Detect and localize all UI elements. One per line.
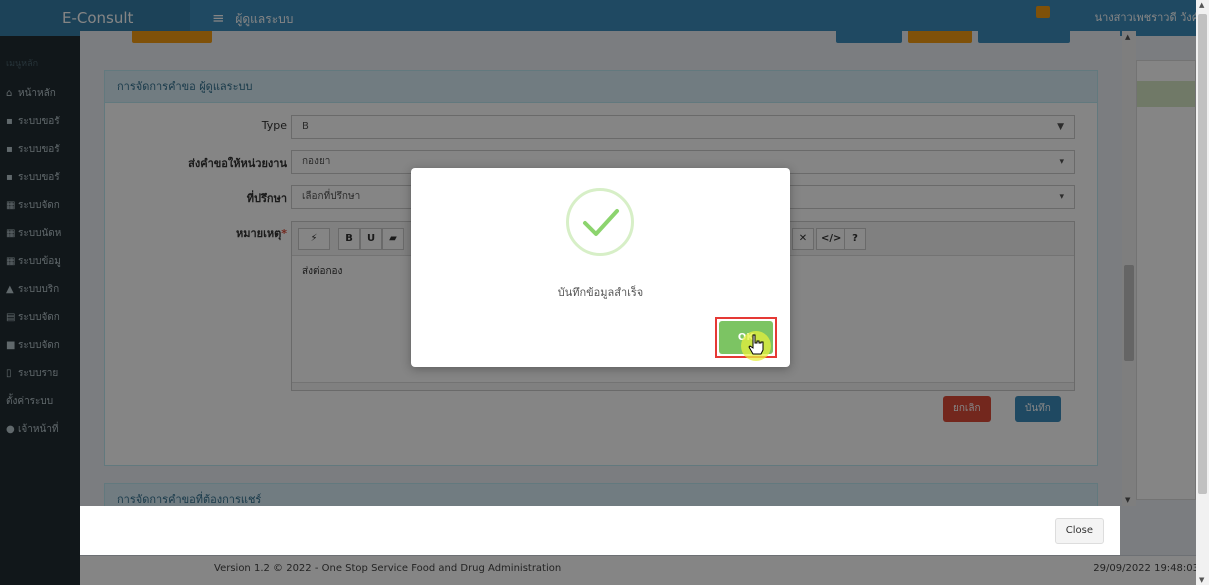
sidebar-item-manage-2[interactable]: ▤ ระบบจัดก bbox=[0, 304, 80, 332]
required-mark: * bbox=[281, 227, 287, 240]
sidebar-section-label: เมนูหลัก bbox=[6, 59, 39, 69]
page-footer: Version 1.2 © 2022 - One Stop Service Fo… bbox=[80, 555, 1209, 585]
magic-wand-icon[interactable]: ⚡ bbox=[298, 228, 330, 250]
page-scrollbar[interactable]: ▲ ▼ bbox=[1196, 0, 1209, 585]
type-select[interactable]: B ▼ bbox=[291, 115, 1075, 139]
advisor-placeholder: เลือกที่ปรึกษา bbox=[302, 191, 361, 202]
book-icon: ▪ bbox=[6, 116, 13, 127]
editor-resize-handle[interactable] bbox=[292, 382, 1074, 390]
page-scroll-thumb[interactable] bbox=[1198, 14, 1207, 494]
book-icon: ▪ bbox=[6, 172, 13, 183]
type-value: B bbox=[302, 121, 309, 132]
video-icon: ■ bbox=[6, 340, 16, 351]
scroll-down-icon[interactable]: ▼ bbox=[1199, 576, 1204, 584]
toolbar-button-orange-2[interactable] bbox=[908, 31, 972, 43]
sidebar-item-manage-3[interactable]: ■ ระบบจัดก bbox=[0, 332, 80, 360]
sidebar-item-appointment[interactable]: ▦ ระบบนัดห bbox=[0, 220, 80, 248]
help-icon[interactable]: ? bbox=[844, 228, 866, 250]
sidebar-settings-label: ตั้งค่าระบบ bbox=[6, 396, 54, 407]
scroll-down-icon[interactable]: ▼ bbox=[1125, 496, 1130, 504]
footer-version: Version 1.2 © 2022 - One Stop Service Fo… bbox=[214, 563, 562, 574]
sidebar-item-staff[interactable]: ● เจ้าหน้าที่ bbox=[0, 416, 80, 444]
underline-button[interactable]: U bbox=[360, 228, 382, 250]
user-icon: ● bbox=[6, 424, 15, 435]
save-button[interactable]: บันทึก bbox=[1015, 396, 1061, 422]
chevron-down-icon: ▼ bbox=[1057, 122, 1064, 132]
file-icon: ▯ bbox=[6, 368, 12, 379]
bold-button[interactable]: B bbox=[338, 228, 360, 250]
panel-title: การจัดการคำขอ ผู้ดูแลระบบ bbox=[105, 71, 1097, 103]
sidebar-item-data[interactable]: ▦ ระบบข้อมู bbox=[0, 248, 80, 276]
background-panel bbox=[1136, 60, 1196, 500]
close-button[interactable]: Close bbox=[1054, 518, 1104, 544]
success-check-icon bbox=[566, 188, 634, 256]
table-icon: ▤ bbox=[6, 312, 16, 323]
page-title: ผู้ดูแลระบบ bbox=[235, 12, 294, 26]
sidebar-item-request-3[interactable]: ▪ ระบบขอรั bbox=[0, 164, 80, 192]
modal-scroll-thumb[interactable] bbox=[1124, 265, 1134, 361]
calendar-icon: ▦ bbox=[6, 200, 16, 211]
share-request-panel: การจัดการคำขอที่ต้องการแชร์ bbox=[104, 483, 1098, 506]
dialog-message: บันทึกข้อมูลสำเร็จ bbox=[557, 286, 644, 299]
hamburger-icon: ≡ bbox=[212, 9, 225, 27]
sidebar-item-manage-1[interactable]: ▦ ระบบจัดก bbox=[0, 192, 80, 220]
calendar-icon: ▦ bbox=[6, 256, 16, 267]
success-dialog: บันทึกข้อมูลสำเร็จ OK bbox=[411, 168, 790, 367]
sidebar-item-home[interactable]: ⌂ หน้าหลัก bbox=[0, 80, 80, 108]
code-view-icon[interactable]: </> bbox=[816, 228, 847, 250]
unit-label: ส่งคำขอให้หน่วยงาน bbox=[188, 157, 287, 170]
panel2-title: การจัดการคำขอที่ต้องการแชร์ bbox=[105, 484, 1097, 506]
outer-modal-footer: Close bbox=[80, 506, 1120, 555]
fullscreen-icon[interactable]: ✕ bbox=[792, 228, 814, 250]
toolbar-button-orange[interactable] bbox=[132, 31, 212, 43]
caret-down-icon: ▾ bbox=[1059, 192, 1064, 202]
note-label: หมายเหตุ* bbox=[235, 227, 287, 240]
eraser-icon[interactable]: ▰ bbox=[382, 228, 404, 250]
footer-timestamp: 29/09/2022 19:48:03 bbox=[1093, 563, 1199, 574]
bell-icon[interactable] bbox=[1036, 6, 1050, 18]
toolbar-button-blue[interactable] bbox=[836, 31, 902, 43]
graduation-cap-icon: ▲ bbox=[6, 284, 14, 295]
scroll-up-icon[interactable]: ▲ bbox=[1125, 33, 1130, 41]
toolbar-button-blue-2[interactable] bbox=[978, 31, 1070, 43]
sidebar-item-service[interactable]: ▲ ระบบบริก bbox=[0, 276, 80, 304]
home-icon: ⌂ bbox=[6, 88, 13, 99]
sidebar-item-report[interactable]: ▯ ระบบราย bbox=[0, 360, 80, 388]
calendar-icon: ▦ bbox=[6, 228, 16, 239]
checkmark-icon bbox=[583, 209, 619, 236]
sidebar-item-request-2[interactable]: ▪ ระบบขอรั bbox=[0, 136, 80, 164]
cancel-button[interactable]: ยกเลิก bbox=[943, 396, 991, 422]
advisor-label: ที่ปรึกษา bbox=[246, 192, 287, 205]
book-icon: ▪ bbox=[6, 144, 13, 155]
sidebar-item-request-1[interactable]: ▪ ระบบขอรั bbox=[0, 108, 80, 136]
unit-value: กองยา bbox=[302, 156, 331, 167]
type-label: Type bbox=[261, 119, 287, 132]
hand-cursor-icon bbox=[748, 334, 764, 355]
scroll-up-icon[interactable]: ▲ bbox=[1199, 1, 1204, 9]
modal-scrollbar[interactable]: ▲ ▼ bbox=[1122, 31, 1136, 506]
sidebar: เมนูหลัก ⌂ หน้าหลัก ▪ ระบบขอรั ▪ ระบบขอรั ▪… bbox=[0, 36, 80, 585]
caret-down-icon: ▾ bbox=[1059, 157, 1064, 167]
